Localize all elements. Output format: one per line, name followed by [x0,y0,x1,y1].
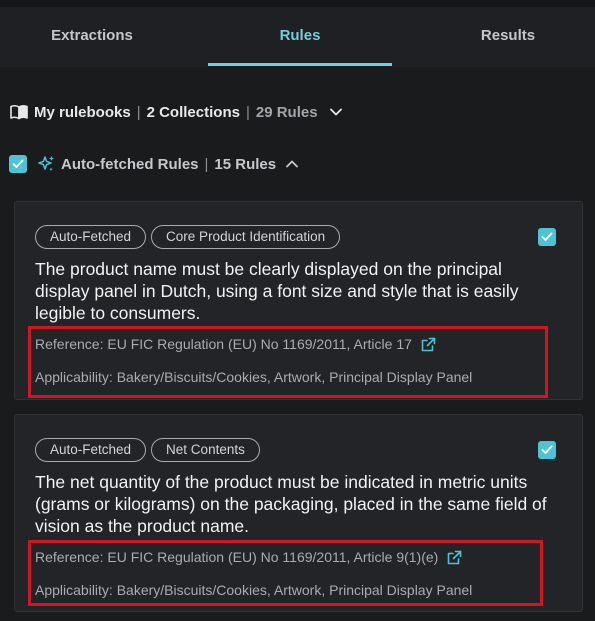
active-tab-indicator [208,63,392,66]
check-icon [12,159,24,168]
highlight-box [28,326,548,398]
tab-rules[interactable]: Rules [208,7,392,67]
check-icon [541,445,553,454]
rule-checkbox[interactable] [538,228,556,246]
separator: | [245,103,250,121]
autofetched-header[interactable]: Auto-fetched Rules | 15 Rules [9,152,299,176]
separator: | [204,155,209,173]
tag-auto-fetched: Auto-Fetched [35,225,147,249]
tab-bar: Extractions Rules Results [0,7,595,67]
tag-row: Auto-Fetched Net Contents [35,438,260,462]
rule-text: The net quantity of the product must be … [35,472,547,536]
tab-extractions[interactable]: Extractions [0,7,184,67]
sparkle-icon [37,155,55,173]
rulebooks-header[interactable]: My rulebooks | 2 Collections | 29 Rules [10,100,342,124]
check-icon [541,232,553,241]
chevron-down-icon[interactable] [329,108,342,116]
rule-checkbox[interactable] [538,441,556,459]
top-strip [0,0,595,7]
tab-results[interactable]: Results [414,7,595,67]
rulebooks-collections: 2 Collections [146,103,240,121]
autofetched-checkbox[interactable] [9,155,27,173]
rulebooks-title: My rulebooks [34,103,131,121]
autofetched-rule-count: 15 Rules [214,155,277,173]
rule-text: The product name must be clearly display… [35,259,519,323]
rulebooks-rule-count: 29 Rules [255,103,318,121]
autofetched-title: Auto-fetched Rules [61,155,199,173]
separator: | [136,103,141,121]
book-open-icon [10,104,28,120]
chevron-up-icon[interactable] [286,160,299,168]
tag-row: Auto-Fetched Core Product Identification [35,225,341,249]
tag-category: Net Contents [151,438,260,462]
tag-category: Core Product Identification [151,225,341,249]
highlight-box [28,540,543,606]
tag-auto-fetched: Auto-Fetched [35,438,147,462]
